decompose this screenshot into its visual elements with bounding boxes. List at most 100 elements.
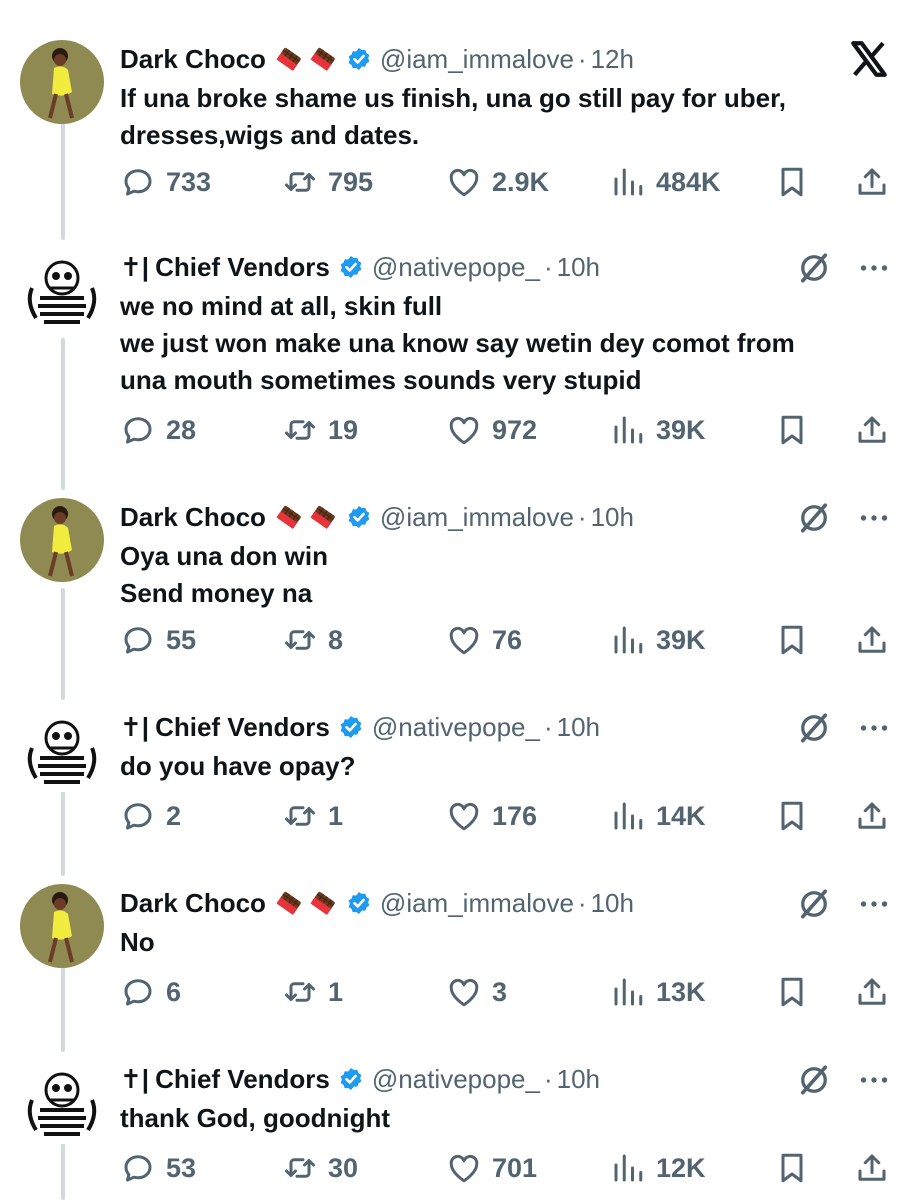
more-button[interactable] <box>856 886 892 922</box>
separator-dot: · <box>543 251 553 282</box>
more-button[interactable] <box>856 710 892 746</box>
display-name[interactable]: Dark Choco <box>120 502 266 533</box>
action-bar: 733 795 2.9K 484K <box>120 162 900 202</box>
grok-button[interactable] <box>796 886 832 922</box>
avatar[interactable] <box>20 708 104 792</box>
handle[interactable]: @nativepope_ <box>372 712 540 743</box>
reply-button[interactable]: 733 <box>120 162 211 202</box>
display-name[interactable]: Chief Vendors <box>155 712 330 743</box>
tweet[interactable]: Dark Choco @iam_immalove · 10h No 6 1 3 13K <box>0 884 916 1016</box>
bookmark-button[interactable] <box>774 410 820 450</box>
repost-button[interactable]: 795 <box>282 162 373 202</box>
heart-icon <box>449 802 479 831</box>
grok-button[interactable] <box>796 250 832 286</box>
display-name[interactable]: Dark Choco <box>120 888 266 919</box>
share-button[interactable] <box>854 1148 900 1188</box>
bookmark-button[interactable] <box>774 972 820 1012</box>
share-button[interactable] <box>854 796 900 836</box>
like-button[interactable]: 3 <box>446 972 507 1012</box>
heart-icon <box>449 978 479 1007</box>
views-icon <box>614 168 643 196</box>
reply-button[interactable]: 53 <box>120 1148 196 1188</box>
share-button[interactable] <box>854 620 900 660</box>
verified-badge[interactable] <box>346 890 372 916</box>
repost-button[interactable]: 8 <box>282 620 343 660</box>
handle[interactable]: @iam_immalove <box>380 502 574 533</box>
verified-badge[interactable] <box>338 254 364 280</box>
avatar[interactable] <box>20 1060 104 1144</box>
views-button[interactable]: 484K <box>610 162 721 202</box>
views-button[interactable]: 39K <box>610 620 706 660</box>
tweet[interactable]: ✝| Chief Vendors @nativepope_ · 10h we no min… <box>0 248 916 454</box>
handle[interactable]: @iam_immalove <box>380 888 574 919</box>
repost-button[interactable]: 19 <box>282 410 358 450</box>
views-button[interactable]: 13K <box>610 972 706 1012</box>
handle[interactable]: @iam_immalove <box>380 44 574 75</box>
reply-button[interactable]: 55 <box>120 620 196 660</box>
timestamp[interactable]: 10h <box>591 502 634 533</box>
bookmark-button[interactable] <box>774 1148 820 1188</box>
avatar-image-skull <box>20 248 104 332</box>
action-bar: 2 1 176 14K <box>120 796 900 836</box>
reply-button[interactable]: 28 <box>120 410 196 450</box>
verified-badge[interactable] <box>338 1066 364 1092</box>
x-logo-icon <box>851 41 887 77</box>
share-button[interactable] <box>854 410 900 450</box>
tweet[interactable]: Dark Choco @iam_immalove · 10h Oya una don w… <box>0 498 916 664</box>
views-button[interactable]: 14K <box>610 796 706 836</box>
more-button[interactable] <box>856 1062 892 1098</box>
verified-badge[interactable] <box>346 504 372 530</box>
views-button[interactable]: 12K <box>610 1148 706 1188</box>
more-button[interactable] <box>856 500 892 536</box>
like-button[interactable]: 176 <box>446 796 537 836</box>
timestamp[interactable]: 10h <box>591 888 634 919</box>
reply-button[interactable]: 2 <box>120 796 181 836</box>
x-logo <box>848 38 890 85</box>
repost-icon <box>285 420 315 440</box>
avatar[interactable] <box>20 40 104 124</box>
bookmark-button[interactable] <box>774 620 820 660</box>
display-name[interactable]: Chief Vendors <box>155 252 330 283</box>
reply-button[interactable]: 6 <box>120 972 181 1012</box>
bookmark-button[interactable] <box>774 796 820 836</box>
separator-dot: · <box>577 43 587 74</box>
verified-badge[interactable] <box>346 46 372 72</box>
avatar[interactable] <box>20 248 104 332</box>
grok-button[interactable] <box>796 1062 832 1098</box>
tweet-text: If una broke shame us finish, una go sti… <box>120 80 880 154</box>
tweet[interactable]: ✝| Chief Vendors @nativepope_ · 10h thank God… <box>0 1060 916 1192</box>
share-icon <box>858 626 886 653</box>
grok-button[interactable] <box>796 710 832 746</box>
timestamp[interactable]: 12h <box>591 44 634 75</box>
repost-button[interactable]: 1 <box>282 796 343 836</box>
avatar[interactable] <box>20 498 104 582</box>
bookmark-button[interactable] <box>774 162 820 202</box>
repost-button[interactable]: 30 <box>282 1148 358 1188</box>
like-button[interactable]: 972 <box>446 410 537 450</box>
handle[interactable]: @nativepope_ <box>372 1064 540 1095</box>
like-button[interactable]: 701 <box>446 1148 537 1188</box>
grok-button[interactable] <box>796 500 832 536</box>
avatar[interactable] <box>20 884 104 968</box>
handle[interactable]: @nativepope_ <box>372 252 540 283</box>
timestamp[interactable]: 10h <box>557 252 600 283</box>
like-button[interactable]: 76 <box>446 620 522 660</box>
verified-badge[interactable] <box>338 714 364 740</box>
tweet[interactable]: ✝| Chief Vendors @nativepope_ · 10h do you ha… <box>0 708 916 840</box>
more-button[interactable] <box>856 250 892 286</box>
share-button[interactable] <box>854 162 900 202</box>
name-prefix: ✝| <box>120 711 150 742</box>
timestamp[interactable]: 10h <box>557 712 600 743</box>
reply-icon <box>124 627 152 654</box>
repost-button[interactable]: 1 <box>282 972 343 1012</box>
display-name[interactable]: Dark Choco <box>120 44 266 75</box>
timestamp[interactable]: 10h <box>557 1064 600 1095</box>
views-button[interactable]: 39K <box>610 410 706 450</box>
like-button[interactable]: 2.9K <box>446 162 549 202</box>
tweet[interactable]: Dark Choco @iam_immalove · 12h If una broke … <box>0 40 916 206</box>
heart-icon <box>449 168 479 197</box>
share-button[interactable] <box>854 972 900 1012</box>
separator-dot: · <box>543 1063 553 1094</box>
tweet-header: Dark Choco @iam_immalove · 12h <box>120 42 634 76</box>
display-name[interactable]: Chief Vendors <box>155 1064 330 1095</box>
